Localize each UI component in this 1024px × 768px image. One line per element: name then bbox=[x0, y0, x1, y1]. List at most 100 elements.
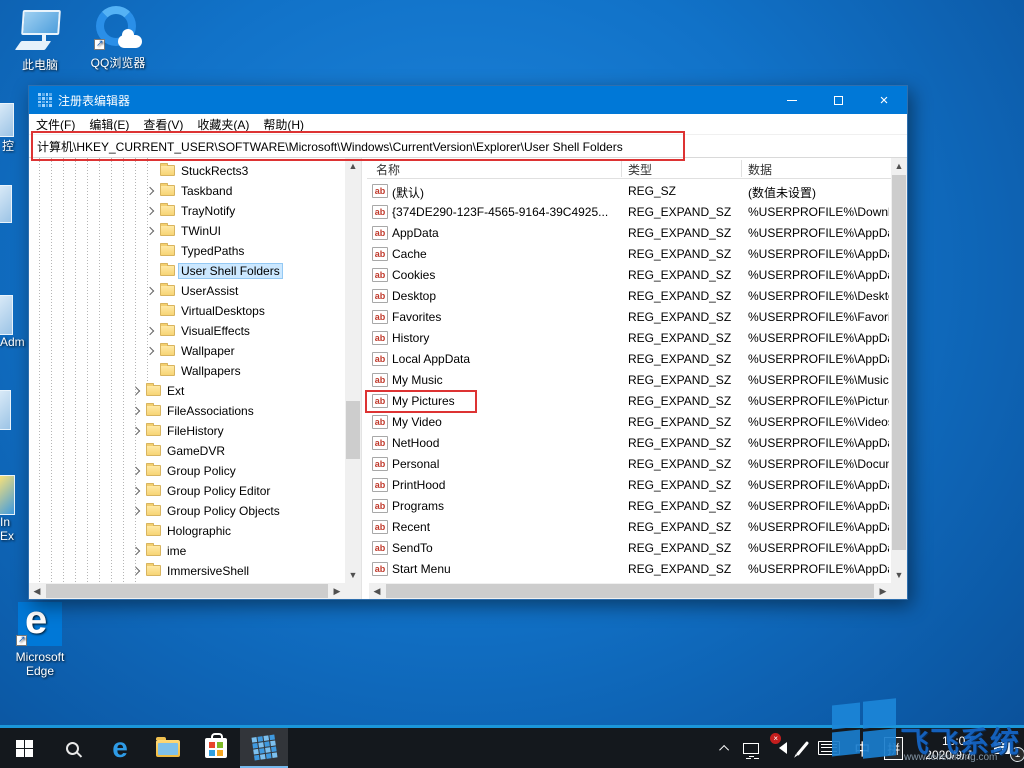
table-row[interactable]: abProgramsREG_EXPAND_SZ%USERPROFILE%\App… bbox=[367, 496, 891, 517]
clock[interactable]: 15:03 2020/9/7 bbox=[910, 728, 987, 768]
value-name[interactable]: My Pictures bbox=[392, 394, 618, 408]
scroll-up-icon[interactable]: ▲ bbox=[891, 158, 907, 174]
volume-button[interactable]: × bbox=[766, 728, 794, 768]
scrollbar-thumb[interactable] bbox=[386, 584, 874, 598]
expand-chevron-icon[interactable] bbox=[132, 567, 140, 575]
taskbar-edge-button[interactable]: e bbox=[96, 728, 144, 768]
table-row[interactable]: abRecentREG_EXPAND_SZ%USERPROFILE%\AppDa bbox=[367, 517, 891, 538]
value-name[interactable]: AppData bbox=[392, 226, 618, 240]
column-header-name[interactable]: 名称 bbox=[376, 161, 400, 178]
scroll-left-icon[interactable]: ◀ bbox=[369, 583, 385, 599]
tree-item-label[interactable]: UserAssist bbox=[178, 283, 241, 299]
menu-item[interactable]: 文件(F) bbox=[29, 113, 82, 136]
tree-item[interactable]: Holographic bbox=[29, 521, 345, 541]
scroll-down-icon[interactable]: ▼ bbox=[891, 567, 907, 583]
tree-item[interactable]: VirtualDesktops bbox=[29, 301, 345, 321]
list-horizontal-scrollbar[interactable]: ◀ ▶ bbox=[369, 583, 891, 599]
value-name[interactable]: NetHood bbox=[392, 436, 618, 450]
menu-item[interactable]: 帮助(H) bbox=[256, 113, 311, 136]
partial-desktop-icon[interactable]: Adm bbox=[0, 295, 26, 349]
menu-item[interactable]: 查看(V) bbox=[136, 113, 190, 136]
tree-item-label[interactable]: ime bbox=[164, 543, 189, 559]
partial-desktop-icon[interactable]: 控 bbox=[0, 103, 22, 154]
tree-item[interactable]: Wallpapers bbox=[29, 361, 345, 381]
ime-language-button[interactable]: 中 bbox=[847, 728, 877, 768]
minimize-button[interactable] bbox=[769, 86, 815, 114]
title-bar[interactable]: 注册表编辑器 × bbox=[29, 86, 907, 114]
table-row[interactable]: abFavoritesREG_EXPAND_SZ%USERPROFILE%\Fa… bbox=[367, 307, 891, 328]
table-row[interactable]: abCacheREG_EXPAND_SZ%USERPROFILE%\AppDa bbox=[367, 244, 891, 265]
value-name[interactable]: Personal bbox=[392, 457, 618, 471]
tree-item-label[interactable]: GameDVR bbox=[164, 443, 228, 459]
tree-horizontal-scrollbar[interactable]: ◀ ▶ bbox=[29, 583, 345, 599]
value-name[interactable]: (默认) bbox=[392, 184, 618, 201]
table-row[interactable]: abPrintHoodREG_EXPAND_SZ%USERPROFILE%\Ap… bbox=[367, 475, 891, 496]
table-row[interactable]: abMy MusicREG_EXPAND_SZ%USERPROFILE%\Mus… bbox=[367, 370, 891, 391]
table-row[interactable]: abMy PicturesREG_EXPAND_SZ%USERPROFILE%\… bbox=[367, 391, 891, 412]
tree-item-label[interactable]: ImmersiveShell bbox=[164, 563, 252, 579]
tree-item[interactable]: Group Policy bbox=[29, 461, 345, 481]
column-header-type[interactable]: 类型 bbox=[628, 161, 652, 178]
tree-item-label[interactable]: Holographic bbox=[164, 523, 234, 539]
value-name[interactable]: Programs bbox=[392, 499, 618, 513]
tree-item-label[interactable]: User Shell Folders bbox=[178, 263, 283, 279]
expand-chevron-icon[interactable] bbox=[146, 347, 154, 355]
tree-item[interactable]: GameDVR bbox=[29, 441, 345, 461]
value-name[interactable]: Start Menu bbox=[392, 562, 618, 576]
expand-chevron-icon[interactable] bbox=[132, 407, 140, 415]
tree-item-label[interactable]: VirtualDesktops bbox=[178, 303, 268, 319]
value-name[interactable]: History bbox=[392, 331, 618, 345]
table-row[interactable]: abStart MenuREG_EXPAND_SZ%USERPROFILE%\A… bbox=[367, 559, 891, 580]
desktop-icon-this-pc[interactable]: 此电脑 bbox=[2, 8, 78, 73]
table-row[interactable]: abDesktopREG_EXPAND_SZ%USERPROFILE%\Desk… bbox=[367, 286, 891, 307]
table-row[interactable]: abLocal AppDataREG_EXPAND_SZ%USERPROFILE… bbox=[367, 349, 891, 370]
expand-chevron-icon[interactable] bbox=[146, 227, 154, 235]
tree-item-label[interactable]: Group Policy Objects bbox=[164, 503, 283, 519]
scrollbar-thumb[interactable] bbox=[346, 401, 360, 459]
tree-item-label[interactable]: FileHistory bbox=[164, 423, 227, 439]
tree-item-label[interactable]: Taskband bbox=[178, 183, 235, 199]
tree-item[interactable]: User Shell Folders bbox=[29, 261, 345, 281]
scroll-left-icon[interactable]: ◀ bbox=[29, 583, 45, 599]
tree-item[interactable]: Ext bbox=[29, 381, 345, 401]
start-button[interactable] bbox=[0, 728, 48, 768]
tree-vertical-scrollbar[interactable]: ▲ ▼ bbox=[345, 158, 361, 583]
table-row[interactable]: abAppDataREG_EXPAND_SZ%USERPROFILE%\AppD… bbox=[367, 223, 891, 244]
tree-item[interactable]: ImmersiveShell bbox=[29, 561, 345, 581]
table-row[interactable]: abNetHoodREG_EXPAND_SZ%USERPROFILE%\AppD… bbox=[367, 433, 891, 454]
column-header-data[interactable]: 数据 bbox=[748, 161, 772, 178]
scrollbar-thumb[interactable] bbox=[46, 584, 328, 598]
tree-item[interactable]: VisualEffects bbox=[29, 321, 345, 341]
table-row[interactable]: abCookiesREG_EXPAND_SZ%USERPROFILE%\AppD… bbox=[367, 265, 891, 286]
menu-item[interactable]: 收藏夹(A) bbox=[190, 113, 256, 136]
value-name[interactable]: Desktop bbox=[392, 289, 618, 303]
taskbar-regedit-button[interactable] bbox=[240, 728, 288, 768]
touch-keyboard-button[interactable] bbox=[811, 728, 847, 768]
desktop-icon-microsoft-edge[interactable]: e Microsoft Edge bbox=[2, 602, 78, 678]
notification-center-button[interactable]: 1 bbox=[987, 728, 1024, 768]
tree-item-label[interactable]: Ext bbox=[164, 383, 187, 399]
table-row[interactable]: abPersonalREG_EXPAND_SZ%USERPROFILE%\Doc… bbox=[367, 454, 891, 475]
taskbar-explorer-button[interactable] bbox=[144, 728, 192, 768]
tree-item[interactable]: Group Policy Editor bbox=[29, 481, 345, 501]
tree-item-label[interactable]: TrayNotify bbox=[178, 203, 238, 219]
tree-item[interactable]: Wallpaper bbox=[29, 341, 345, 361]
table-row[interactable]: abHistoryREG_EXPAND_SZ%USERPROFILE%\AppD… bbox=[367, 328, 891, 349]
partial-desktop-icon[interactable] bbox=[0, 185, 12, 223]
tree-item-label[interactable]: Wallpaper bbox=[178, 343, 238, 359]
tree-item[interactable]: FileHistory bbox=[29, 421, 345, 441]
network-button[interactable] bbox=[736, 728, 766, 768]
tree-item-label[interactable]: VisualEffects bbox=[178, 323, 253, 339]
scroll-up-icon[interactable]: ▲ bbox=[345, 158, 361, 174]
expand-chevron-icon[interactable] bbox=[146, 187, 154, 195]
value-name[interactable]: Cookies bbox=[392, 268, 618, 282]
tree-item[interactable]: FileAssociations bbox=[29, 401, 345, 421]
expand-chevron-icon[interactable] bbox=[146, 287, 154, 295]
search-button[interactable] bbox=[48, 728, 96, 768]
partial-desktop-icon[interactable] bbox=[0, 390, 11, 430]
table-row[interactable]: abSendToREG_EXPAND_SZ%USERPROFILE%\AppDa bbox=[367, 538, 891, 559]
tree-item[interactable]: TWinUI bbox=[29, 221, 345, 241]
tree-item-label[interactable]: Group Policy bbox=[164, 463, 239, 479]
ime-mode-button[interactable]: 拼 bbox=[877, 728, 910, 768]
expand-chevron-icon[interactable] bbox=[146, 207, 154, 215]
